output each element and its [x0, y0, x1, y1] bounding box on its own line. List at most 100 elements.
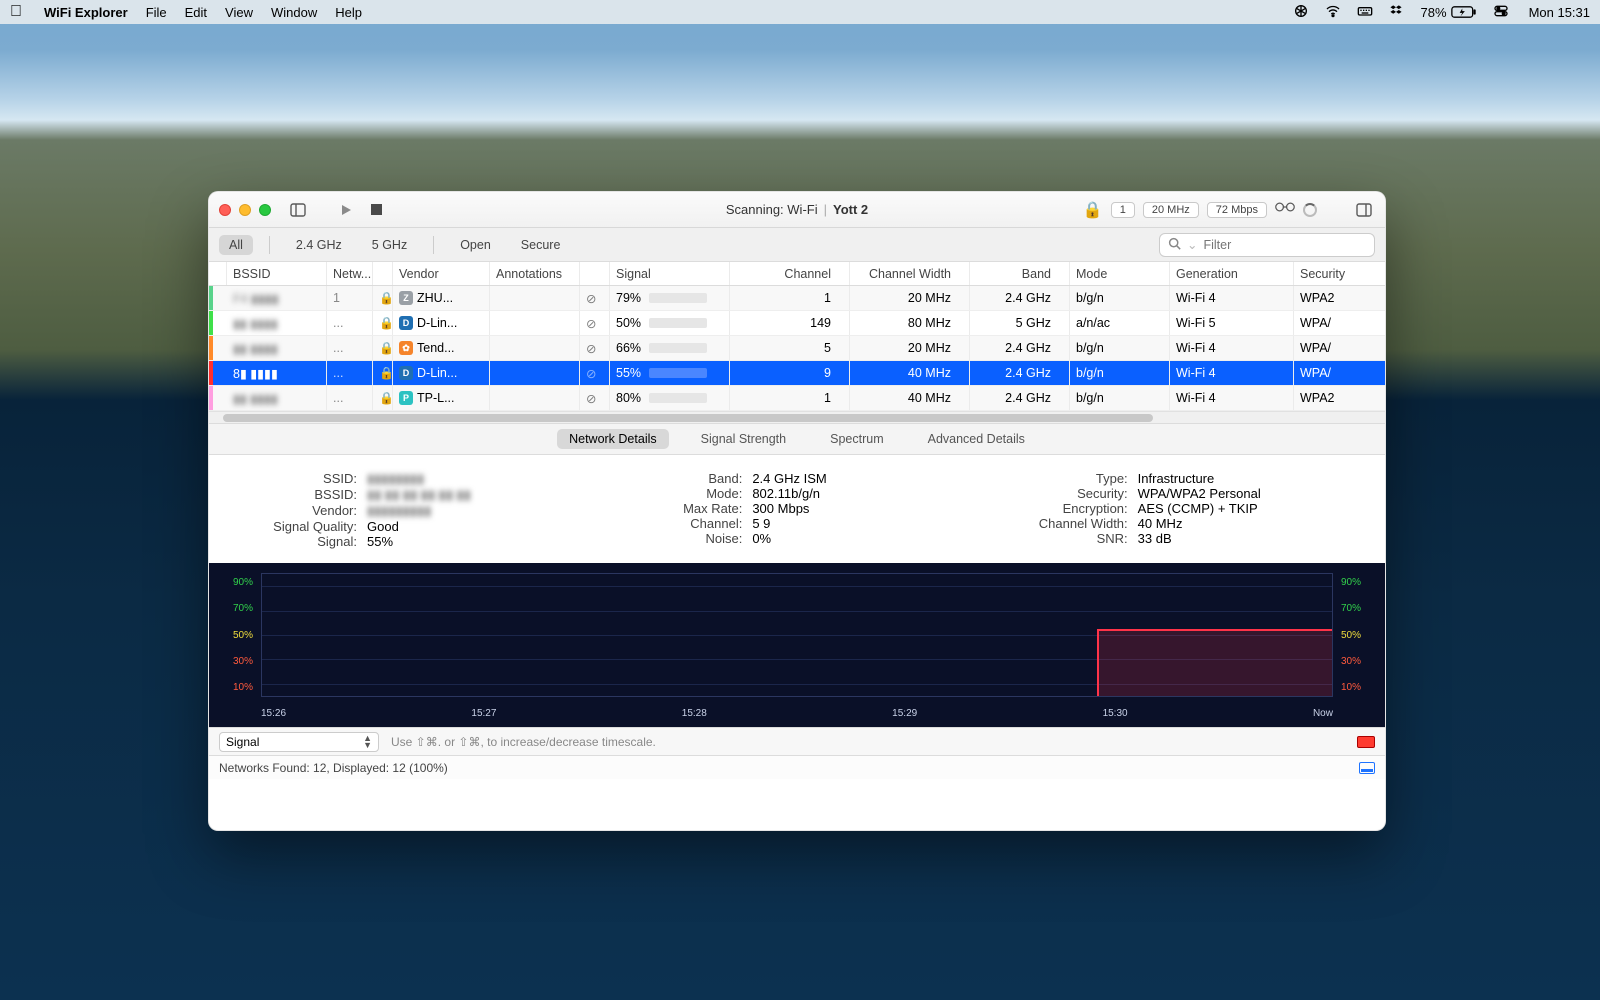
cell-mode: b/g/n: [1070, 386, 1170, 410]
cell-channel: 9: [730, 361, 850, 385]
menu-file[interactable]: File: [146, 5, 167, 20]
window-close-button[interactable]: [219, 204, 231, 216]
apple-menu-icon[interactable]: : [10, 3, 22, 21]
chart-y-left: 90% 70% 50% 30% 10%: [213, 573, 257, 697]
cell-ch-width: 40 MHz: [850, 361, 970, 385]
rate-pill[interactable]: 72 Mbps: [1207, 202, 1267, 218]
detail-row: Type:Infrastructure: [1010, 471, 1355, 486]
cell-lock-icon: 🔒: [373, 336, 393, 360]
menubar-clock[interactable]: Mon 15:31: [1529, 5, 1590, 20]
cell-channel: 1: [730, 286, 850, 310]
chart-metric-select[interactable]: Signal ▲▼: [219, 732, 379, 752]
cell-network: 1: [327, 286, 373, 310]
detail-row: Signal Quality:Good: [239, 519, 584, 534]
detail-value: AES (CCMP) + TKIP: [1138, 501, 1355, 516]
table-row[interactable]: ▮▮ ▮▮▮▮...🔒DD-Lin...⊘50%14980 MHz5 GHza/…: [209, 311, 1385, 336]
keyboard-icon[interactable]: [1357, 3, 1373, 22]
detail-row: Channel Width:40 MHz: [1010, 516, 1355, 531]
tab-signal-strength[interactable]: Signal Strength: [689, 429, 798, 449]
cell-security: WPA/: [1294, 311, 1384, 335]
tray-antivirus-icon[interactable]: [1293, 3, 1309, 22]
row-color-chip: [209, 286, 213, 310]
menu-view[interactable]: View: [225, 5, 253, 20]
tab-advanced-details[interactable]: Advanced Details: [916, 429, 1037, 449]
filter-all[interactable]: All: [219, 235, 253, 255]
filter-search[interactable]: ⌄: [1159, 233, 1375, 257]
wifi-explorer-window: Scanning: Wi-Fi|Yott 2 🔒 1 20 MHz 72 Mbp…: [208, 191, 1386, 831]
search-input[interactable]: [1203, 238, 1366, 252]
detail-label: Band:: [624, 471, 742, 486]
battery-percent: 78%: [1421, 5, 1447, 20]
cell-annot: [490, 286, 580, 310]
width-pill[interactable]: 20 MHz: [1143, 202, 1199, 218]
play-scan-button[interactable]: [335, 199, 357, 221]
cell-channel: 1: [730, 386, 850, 410]
detail-value: 0%: [752, 531, 969, 546]
tab-spectrum[interactable]: Spectrum: [818, 429, 896, 449]
channel-pill[interactable]: 1: [1111, 202, 1135, 218]
filter-5ghz[interactable]: 5 GHz: [362, 235, 417, 255]
window-titlebar: Scanning: Wi-Fi|Yott 2 🔒 1 20 MHz 72 Mbp…: [209, 192, 1385, 228]
filter-open[interactable]: Open: [450, 235, 501, 255]
cell-generation: Wi-Fi 4: [1170, 386, 1294, 410]
battery-status[interactable]: 78%: [1421, 4, 1477, 20]
table-row[interactable]: ▮▮ ▮▮▮▮...🔒✿Tend...⊘66%520 MHz2.4 GHzb/g…: [209, 336, 1385, 361]
col-channel[interactable]: Channel: [730, 262, 850, 285]
table-row[interactable]: 8▮ ▮▮▮▮...🔒DD-Lin...⊘55%940 MHz2.4 GHzb/…: [209, 361, 1385, 386]
row-color-chip: [209, 361, 213, 385]
detail-label: Noise:: [624, 531, 742, 546]
filter-24ghz[interactable]: 2.4 GHz: [286, 235, 352, 255]
table-horizontal-scrollbar[interactable]: [209, 411, 1385, 423]
table-row[interactable]: F4 ▮▮▮▮1🔒ZZHU...⊘79%120 MHz2.4 GHzb/g/nW…: [209, 286, 1385, 311]
filter-secure[interactable]: Secure: [511, 235, 571, 255]
cell-mode: b/g/n: [1070, 286, 1170, 310]
cell-vendor: ZZHU...: [393, 286, 490, 310]
col-security[interactable]: Security: [1294, 262, 1384, 285]
tab-network-details[interactable]: Network Details: [557, 429, 669, 449]
toggle-right-panel-button[interactable]: [1353, 199, 1375, 221]
dock-panel-icon[interactable]: [1359, 762, 1375, 774]
cell-annotation-icon: ⊘: [580, 336, 610, 360]
menu-help[interactable]: Help: [335, 5, 362, 20]
col-signal[interactable]: Signal: [610, 262, 730, 285]
cell-annot: [490, 386, 580, 410]
cell-band: 2.4 GHz: [970, 361, 1070, 385]
col-network[interactable]: Netw...: [327, 262, 373, 285]
col-chwidth[interactable]: Channel Width: [850, 262, 970, 285]
chart-x-tick: Now: [1313, 708, 1333, 719]
detail-row: Vendor:▮▮▮▮▮▮▮▮▮: [239, 503, 584, 519]
detail-value: 802.11b/g/n: [752, 486, 969, 501]
detail-label: Signal:: [239, 534, 357, 549]
detail-label: Signal Quality:: [239, 519, 357, 534]
cell-annot: [490, 336, 580, 360]
col-gen[interactable]: Generation: [1170, 262, 1294, 285]
cell-vendor: PTP-L...: [393, 386, 490, 410]
window-zoom-button[interactable]: [259, 204, 271, 216]
window-minimize-button[interactable]: [239, 204, 251, 216]
link-icon[interactable]: [1275, 200, 1295, 219]
cell-network: ...: [327, 361, 373, 385]
table-header[interactable]: BSSID Netw... Vendor Annotations Signal …: [209, 262, 1385, 286]
detail-value: 33 dB: [1138, 531, 1355, 546]
toggle-sidebar-button[interactable]: [287, 199, 309, 221]
wifi-icon[interactable]: [1325, 3, 1341, 22]
col-annot[interactable]: Annotations: [490, 262, 580, 285]
cell-network: ...: [327, 311, 373, 335]
col-vendor[interactable]: Vendor: [393, 262, 490, 285]
control-center-icon[interactable]: [1493, 3, 1509, 22]
recording-indicator-icon[interactable]: [1357, 736, 1375, 748]
chart-plot-area[interactable]: [261, 573, 1333, 697]
detail-value: ▮▮▮▮▮▮▮▮: [367, 471, 584, 487]
col-band[interactable]: Band: [970, 262, 1070, 285]
status-bar: Networks Found: 12, Displayed: 12 (100%): [209, 755, 1385, 779]
menu-edit[interactable]: Edit: [185, 5, 207, 20]
col-mode[interactable]: Mode: [1070, 262, 1170, 285]
stop-scan-button[interactable]: [365, 199, 387, 221]
menu-window[interactable]: Window: [271, 5, 317, 20]
table-row[interactable]: ▮▮ ▮▮▮▮...🔒PTP-L...⊘80%140 MHz2.4 GHzb/g…: [209, 386, 1385, 411]
app-menu[interactable]: WiFi Explorer: [44, 5, 128, 20]
networks-table: BSSID Netw... Vendor Annotations Signal …: [209, 262, 1385, 423]
chart-x-tick: 15:29: [892, 708, 917, 719]
dropbox-icon[interactable]: [1389, 3, 1405, 22]
col-bssid[interactable]: BSSID: [227, 262, 327, 285]
